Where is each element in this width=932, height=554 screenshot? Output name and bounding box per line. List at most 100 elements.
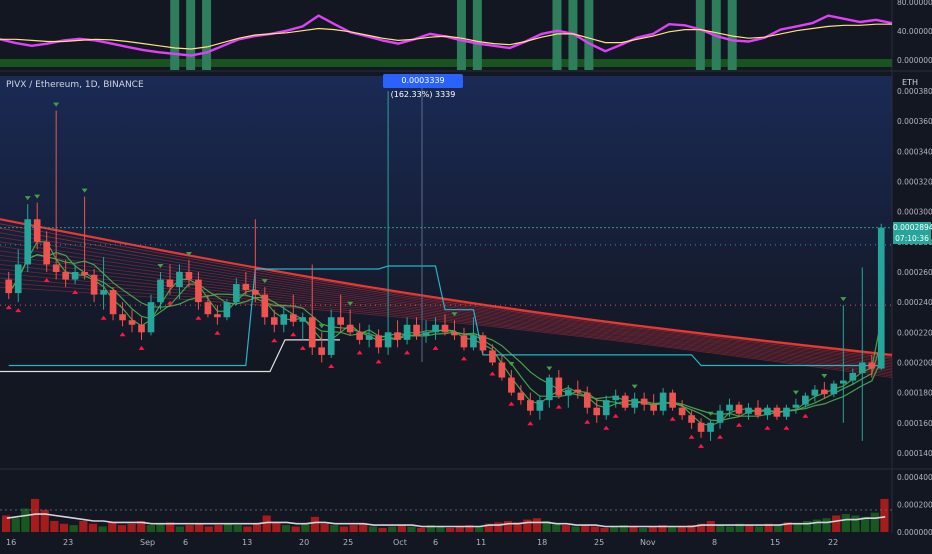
volume-bar [552, 523, 561, 532]
candle-body [640, 398, 648, 405]
time-tick-label: 6 [433, 538, 438, 547]
volume-bar [851, 515, 860, 532]
candle-body [470, 335, 477, 348]
candle-body [792, 404, 800, 408]
price-tick-label: 0.0001400 [897, 449, 932, 458]
volume-bar [233, 525, 242, 532]
chart-title: PIVX / Ethereum, 1D, BINANCE [6, 80, 144, 90]
candle-body [479, 335, 487, 351]
candle-body [697, 422, 705, 432]
time-tick-label: 20 [299, 538, 309, 547]
chart-root[interactable]: 80.000000 40.000000 0.000000 0.0003800 0.000… [0, 0, 932, 550]
candle-body [773, 407, 781, 417]
candle-body [62, 272, 69, 280]
candle-body [783, 407, 790, 417]
osc-signal-column [170, 0, 180, 70]
candle-body [650, 404, 657, 411]
volume-bar [725, 526, 735, 532]
osc-signal-column [202, 0, 212, 70]
volume-bar [745, 525, 754, 532]
time-tick-label: 25 [343, 538, 353, 547]
price-tick-label: 0.0003800 [897, 87, 932, 96]
candle-body [299, 317, 307, 322]
price-tick-label: 0.0003000 [897, 208, 932, 217]
candle-body [81, 272, 88, 276]
candle-body [830, 383, 838, 395]
candle-body [659, 392, 667, 411]
volume-bar [59, 523, 69, 532]
candle-body [204, 302, 212, 315]
time-tick-label: 13 [242, 538, 252, 547]
volume-bar [590, 526, 599, 532]
candle-body [71, 272, 79, 280]
last-price-tag: 0.0002894 [893, 221, 932, 233]
candle-body [498, 362, 506, 378]
candle-body [14, 264, 22, 294]
volume-bar [262, 515, 271, 532]
volume-bar [436, 526, 445, 532]
volume-bar [841, 514, 850, 532]
volume-bar [281, 525, 291, 532]
time-tick-label: Sep [140, 538, 155, 547]
volume-bar [571, 526, 580, 532]
candle-body [337, 317, 344, 325]
candle-body [289, 314, 297, 322]
candle-body [432, 324, 439, 333]
volume-bar [417, 527, 426, 532]
candle-body [214, 314, 221, 318]
candle-body [280, 314, 288, 325]
volume-bar [98, 526, 107, 532]
candle-body [716, 410, 724, 423]
volume-bar [69, 525, 78, 532]
candle-body [745, 407, 752, 414]
candle-body [90, 275, 98, 295]
candle-body [346, 324, 354, 333]
candle-body [688, 415, 695, 423]
candle-body [185, 272, 193, 280]
volume-bar [310, 516, 320, 532]
time-tick-label: 6 [183, 538, 188, 547]
osc-tick-label: 80.000000 [897, 0, 932, 7]
candle-body [5, 279, 13, 294]
volume-bar [822, 518, 831, 532]
candle-body [252, 290, 259, 295]
volume-bar [774, 525, 783, 532]
volume-bar [339, 526, 349, 532]
osc-tick-label: 0.000000 [897, 56, 932, 65]
volume-bar [523, 519, 532, 532]
candle-body [593, 407, 601, 416]
candle-body [394, 332, 401, 340]
volume-bar [30, 498, 40, 532]
volume-bar [330, 525, 339, 532]
candle-body [489, 350, 496, 363]
volume-tick-label: 0.0000000 [897, 528, 932, 537]
volume-bar [127, 523, 136, 532]
volume-bar [610, 526, 619, 532]
volume-bar [175, 526, 184, 532]
volume-bar [243, 526, 252, 532]
candle-body [24, 219, 32, 265]
candle-body [261, 294, 269, 318]
candle-body [327, 317, 335, 355]
volume-bar [754, 526, 764, 532]
candle-body [574, 389, 582, 393]
volume-bar [561, 525, 571, 532]
candle-body [318, 347, 326, 355]
countdown-tag: 07:10:36 [893, 232, 931, 244]
crosshair-tooltip: 0.0003339 (162.33%) 3339 [383, 74, 463, 99]
volume-bar [301, 523, 310, 532]
volume-bar [320, 523, 329, 532]
price-tick-label: 0.0002000 [897, 358, 932, 367]
time-tick-label: Nov [640, 538, 656, 547]
candle-body [546, 377, 553, 401]
volume-bar [214, 525, 223, 532]
price-tick-label: 0.0002600 [897, 268, 932, 277]
volume-bar [648, 526, 657, 532]
candle-body [270, 317, 278, 325]
price-tick-label: 0.0002200 [897, 328, 932, 337]
volume-bar [11, 518, 20, 532]
volume-bar [388, 526, 397, 532]
volume-bar [503, 520, 513, 532]
volume-bar [146, 525, 155, 532]
volume-bar [600, 527, 609, 532]
